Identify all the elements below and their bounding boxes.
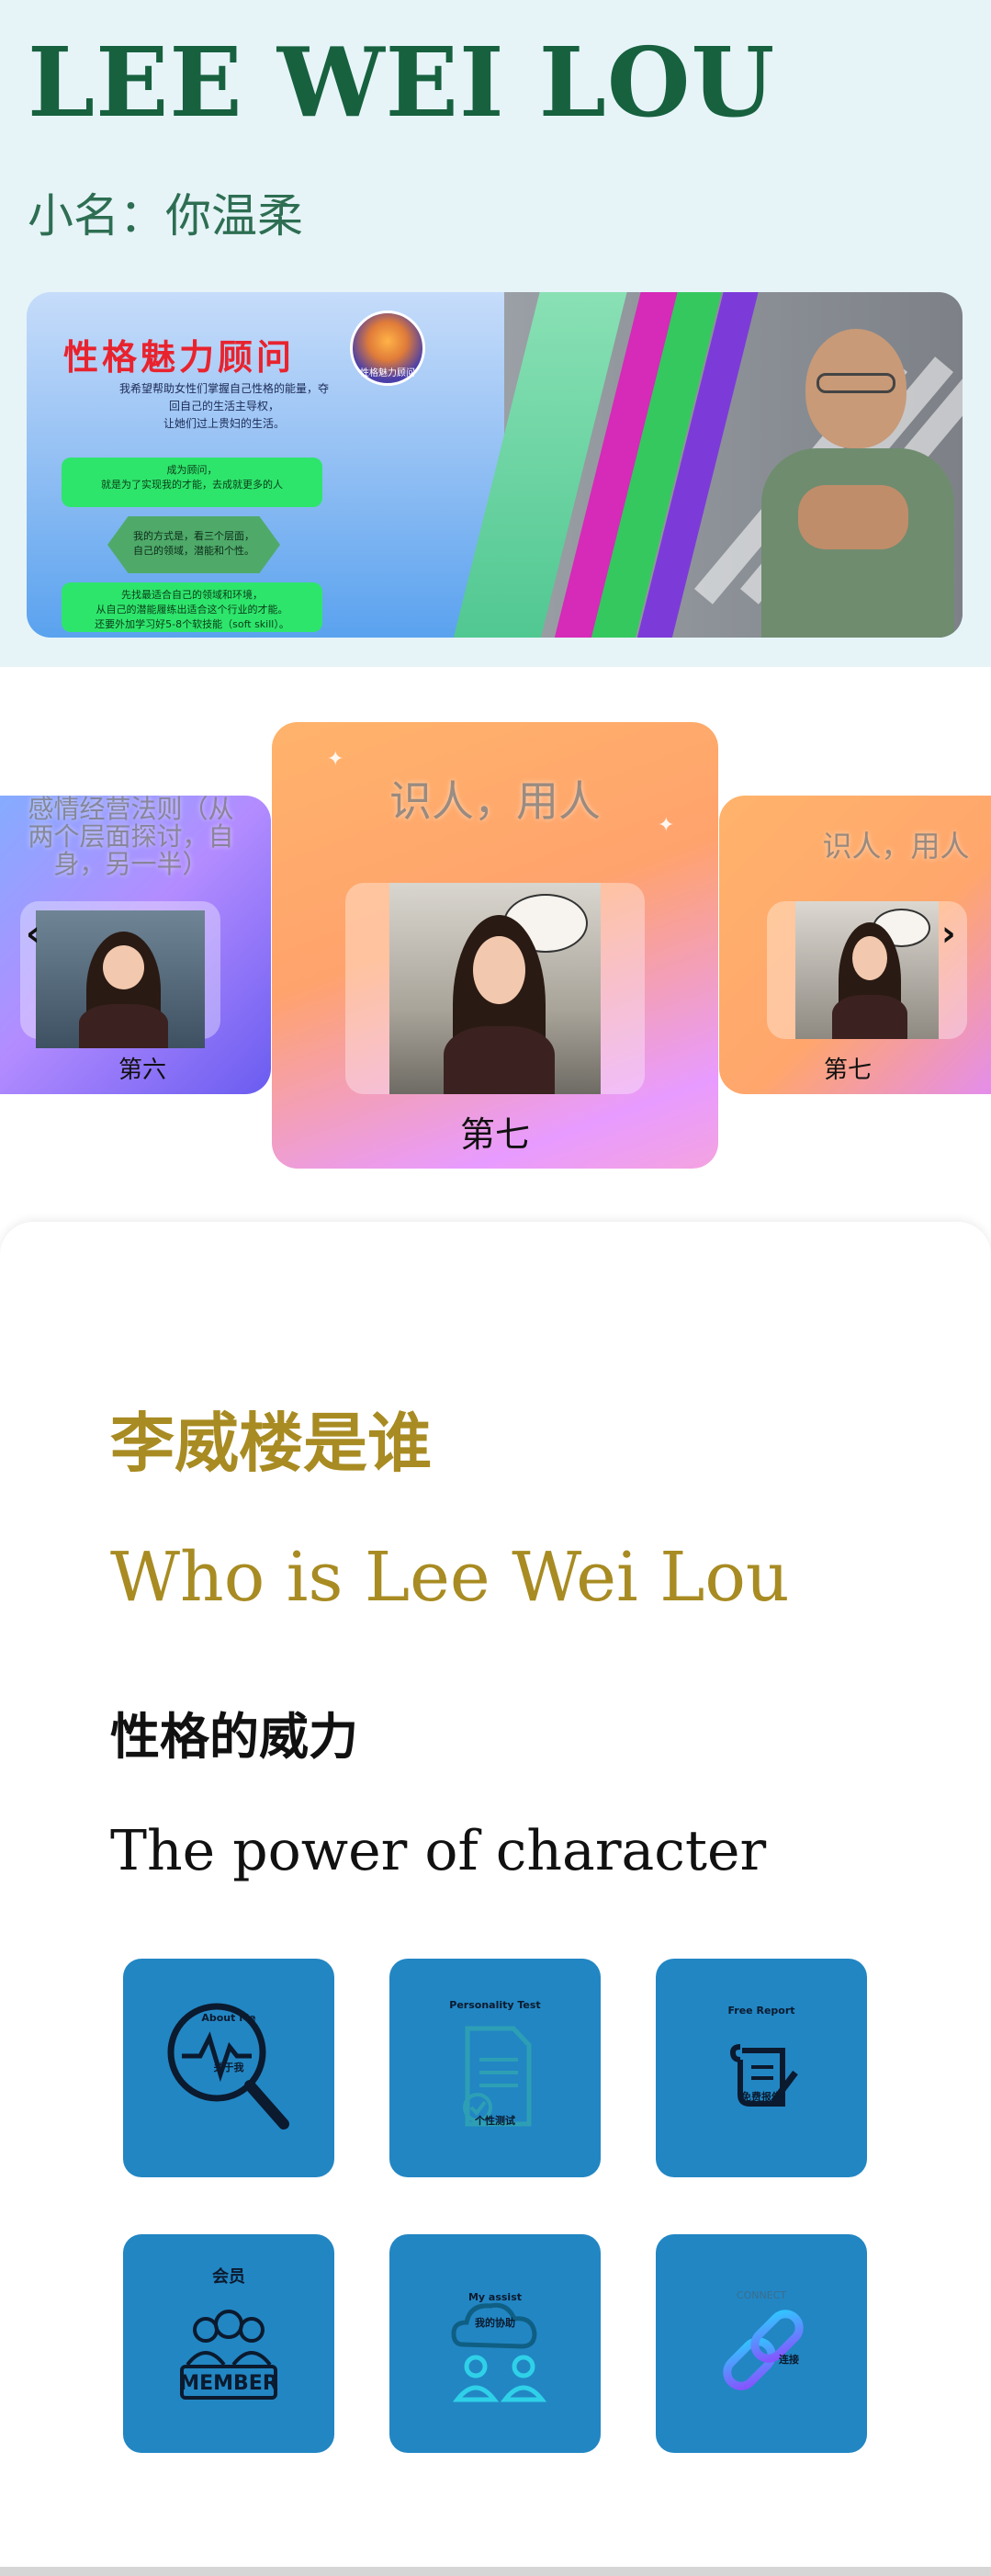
tile-label-top: My assist: [467, 2291, 523, 2303]
banner-portrait: [761, 329, 954, 638]
connect-tile[interactable]: CONNECT 连接: [656, 2234, 867, 2453]
banner-desc-line: 我希望帮助女性们掌握自己性格的能量，夺: [118, 382, 329, 395]
personality-test-tile[interactable]: Personality Test 个性测试: [389, 1959, 601, 2177]
tile-label-bottom: 连接: [779, 2354, 799, 2366]
free-report-tile[interactable]: Free Report 免费报告: [656, 1959, 867, 2177]
course-carousel: 感情经营法则（从两个层面探讨，自身，另一半） 第六 识人，用人 第七 ✦ ✦ 识…: [0, 667, 991, 1209]
nickname-text: 小名：你温柔: [28, 189, 303, 243]
banner-box-line: 还要外加学习好5-8个软技能（soft skill）。: [95, 618, 289, 630]
carousel-card-title: 识人，用人: [822, 829, 970, 864]
carousel-next-button[interactable]: ›: [941, 913, 956, 954]
banner-desc-line: 回自己的生活主导权，: [168, 400, 279, 412]
my-assist-tile[interactable]: My assist 我的协助: [389, 2234, 601, 2453]
banner-box-line: 先找最适合自己的领域和环境，: [121, 589, 263, 601]
banner-description: 我希望帮助女性们掌握自己性格的能量，夺 回自己的生活主导权， 让她们过上贵妇的生…: [91, 380, 357, 433]
site-title[interactable]: LEE WEI LOU: [28, 28, 775, 138]
tile-label-bottom: 我的协助: [475, 2317, 515, 2329]
carousel-card-title: 识人，用人: [389, 776, 601, 826]
banner-box-method: 我的方式是，看三个层面， 自己的领域，潜能和个性。: [107, 516, 280, 573]
tile-label-top: Free Report: [727, 2005, 795, 2017]
about-heading-en: Who is Lee Wei Lou: [110, 1538, 790, 1617]
carousel-card-image: [36, 910, 205, 1048]
hero-banner: 性格魅力顾问 性格魅力顾问 我希望帮助女性们掌握自己性格的能量，夺 回自己的生活…: [27, 292, 963, 638]
tile-label-top: About Me: [201, 2012, 256, 2024]
tile-label-bottom: 个性测试: [475, 2115, 515, 2127]
about-subheading-cn: 性格的威力: [110, 1708, 358, 1766]
banner-box-line: 从自己的潜能履练出适合这个行业的才能。: [96, 604, 288, 616]
scroll-pen-icon: [729, 2044, 798, 2107]
page-bottom-bar: [0, 2567, 991, 2576]
carousel-prev-button[interactable]: ‹: [26, 913, 40, 954]
tile-label-bottom: MEMBER: [179, 2372, 278, 2395]
tile-label-top: 会员: [212, 2267, 245, 2287]
banner-box-purpose: 成为顾问， 就是为了实现我的才能，去成就更多的人: [62, 458, 322, 507]
carousel-card-frame: [767, 901, 967, 1039]
banner-desc-line: 让她们过上贵妇的生活。: [163, 417, 285, 430]
banner-box-steps: 先找最适合自己的领域和环境， 从自己的潜能履练出适合这个行业的才能。 还要外加学…: [62, 582, 322, 632]
carousel-card-caption: 第六: [118, 1056, 166, 1084]
banner-box-line: 成为顾问，: [166, 464, 218, 476]
tile-label-bottom: 免费报告: [741, 2091, 782, 2103]
tile-label-top: Personality Test: [449, 1999, 541, 2011]
banner-heading: 性格魅力顾问: [63, 337, 296, 378]
banner-box-line: 自己的领域，潜能和个性。: [133, 545, 254, 557]
about-heading-cn: 李威楼是谁: [110, 1406, 432, 1481]
about-me-tile[interactable]: About Me 关于我: [123, 1959, 334, 2177]
site-header: LEE WEI LOU 小名：你温柔 性格魅力顾问 性格魅力顾问 我希望帮助女性…: [0, 0, 991, 667]
tile-label-bottom: 关于我: [213, 2062, 244, 2073]
member-tile[interactable]: 会员 MEMBER: [123, 2234, 334, 2453]
carousel-card-active[interactable]: ✦ ✦ 识人，用人 第七: [272, 722, 718, 1169]
about-section: 李威楼是谁 Who is Lee Wei Lou 性格的威力 The power…: [0, 1222, 991, 2567]
brand-logo-text: 性格魅力顾问: [360, 368, 415, 378]
banner-box-line: 就是为了实现我的才能，去成就更多的人: [101, 479, 283, 491]
member-group-icon: [180, 2310, 277, 2400]
carousel-card-title: 感情经营法则（从两个层面探讨，自身，另一半）: [28, 796, 234, 879]
about-subheading-en: The power of character: [110, 1819, 767, 1883]
carousel-card-frame: [20, 901, 220, 1048]
banner-box-line: 我的方式是，看三个层面，: [133, 530, 254, 542]
brand-logo: 性格魅力顾问: [350, 311, 425, 386]
carousel-card-image: [389, 883, 601, 1094]
carousel-card-caption: 第七: [823, 1056, 872, 1084]
carousel-card-image: [795, 901, 939, 1039]
carousel-card-caption: 第七: [459, 1114, 530, 1155]
carousel-card-frame: [345, 883, 645, 1094]
tile-label-top: CONNECT: [736, 2289, 787, 2301]
carousel-card-prev[interactable]: 感情经营法则（从两个层面探讨，自身，另一半） 第六: [0, 796, 271, 1094]
